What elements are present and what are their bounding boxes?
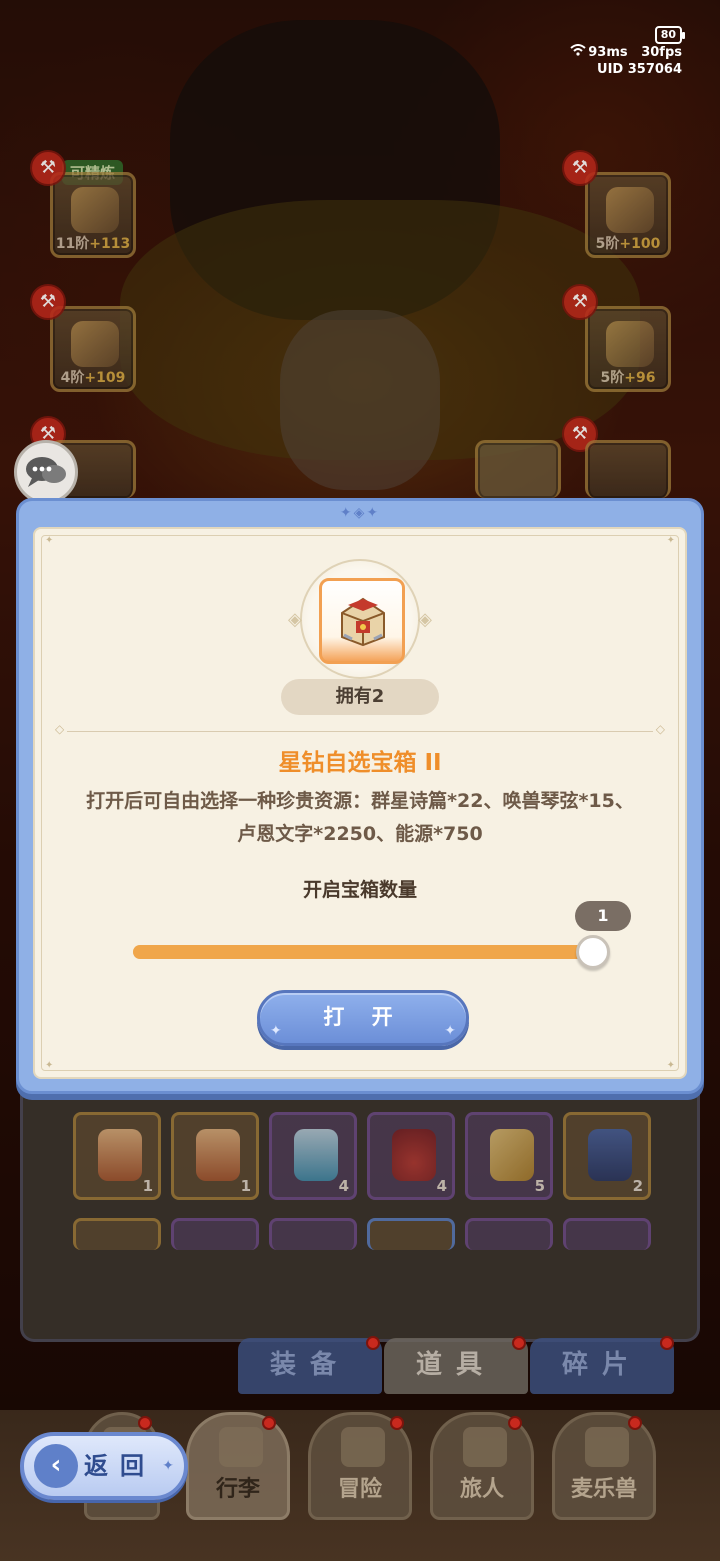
card-icon xyxy=(588,1129,632,1181)
crystal-icon xyxy=(196,1129,240,1181)
equipment-slot-gloves[interactable]: 5阶+96 xyxy=(585,306,671,392)
back-button-label: 返回 xyxy=(84,1452,156,1480)
inventory-item[interactable]: 5 xyxy=(465,1112,553,1200)
slider-thumb[interactable] xyxy=(576,935,610,969)
nav-pets[interactable]: 麦乐兽 xyxy=(552,1412,656,1520)
inventory-item[interactable]: 4 xyxy=(367,1112,455,1200)
inventory-panel: 1 1 4 4 5 2 xyxy=(20,1094,700,1342)
crossed-swords-icon xyxy=(341,1427,385,1467)
pet-icon xyxy=(585,1427,629,1467)
corner-ornament-icon: ✦ xyxy=(666,535,675,546)
divider xyxy=(55,722,665,736)
equipment-level: 5阶+100 xyxy=(595,236,661,252)
chat-icon xyxy=(26,457,66,487)
tab-equipment[interactable]: 装备 xyxy=(238,1338,382,1394)
notification-dot xyxy=(138,1416,152,1430)
backpack-icon xyxy=(219,1427,263,1467)
item-description: 打开后可自由选择一种珍贵资源：群星诗篇*22、唤兽琴弦*15、卢恩文字*2250… xyxy=(86,790,634,845)
corner-ornament-icon: ✦ xyxy=(45,535,54,546)
equipment-slot-weapon[interactable]: 11阶+113 xyxy=(50,172,136,258)
equipment-slot-armor[interactable]: 4阶+109 xyxy=(50,306,136,392)
diamond-deco-icon: ◈ xyxy=(288,609,302,630)
notification-dot xyxy=(390,1416,404,1430)
key-icon xyxy=(490,1129,534,1181)
inventory-item[interactable]: 4 xyxy=(269,1112,357,1200)
bow-icon xyxy=(71,187,119,233)
fps-text: 30fps xyxy=(641,45,682,60)
quantity-value-bubble: 1 xyxy=(575,901,631,931)
gauntlet-icon xyxy=(606,321,654,367)
hammer-icon: ⚒ xyxy=(562,284,598,320)
ornament-icon: ✦◈✦ xyxy=(339,505,381,521)
slider-fill xyxy=(133,945,593,959)
treasure-chest-icon xyxy=(341,597,385,647)
inventory-item[interactable] xyxy=(563,1218,651,1250)
sparkle-icon: ✦ xyxy=(162,1458,174,1474)
inventory-item[interactable] xyxy=(73,1218,161,1250)
inventory-item[interactable] xyxy=(171,1218,259,1250)
helmet-icon xyxy=(606,187,654,233)
open-button[interactable]: ✦ 打 开 ✦ xyxy=(257,990,469,1046)
equipment-slot-boots[interactable] xyxy=(585,440,671,498)
back-button[interactable]: ‹ 返回 ✦ xyxy=(20,1432,188,1500)
equipment-slot-helmet[interactable]: 5阶+100 xyxy=(585,172,671,258)
chat-button[interactable] xyxy=(14,440,78,504)
corner-ornament-icon: ✦ xyxy=(666,1060,675,1071)
notification-dot xyxy=(660,1336,674,1350)
quantity-label: 开启宝箱数量 xyxy=(302,879,417,901)
notification-dot xyxy=(508,1416,522,1430)
inventory-item[interactable]: 1 xyxy=(171,1112,259,1200)
hammer-icon: ⚒ xyxy=(30,284,66,320)
tab-fragments[interactable]: 碎片 xyxy=(530,1338,674,1394)
owned-count-badge: 拥有2 xyxy=(281,679,439,715)
tab-items[interactable]: 道具 xyxy=(384,1338,528,1394)
notification-dot xyxy=(262,1416,276,1430)
inventory-item[interactable] xyxy=(465,1218,553,1250)
sparkle-icon: ✦ xyxy=(270,1023,282,1039)
open-button-label: 打 开 xyxy=(323,1005,403,1029)
status-overlay: 80 93ms 30fps UID 357064 xyxy=(570,26,686,78)
key-slot[interactable] xyxy=(475,440,561,498)
red-potion-icon xyxy=(392,1129,436,1181)
back-arrow-icon: ‹ xyxy=(34,1444,78,1488)
battery-indicator: 80 xyxy=(654,26,686,44)
inventory-item[interactable]: 2 xyxy=(563,1112,651,1200)
item-icon xyxy=(319,578,405,664)
traveler-portrait-icon xyxy=(463,1427,507,1467)
inventory-item[interactable] xyxy=(269,1218,357,1250)
dialog-body: ✦ ✦ ✦ ✦ ◈ ◈ 拥有2 星钻自选宝箱 II xyxy=(33,527,687,1079)
item-icon-frame: ◈ ◈ xyxy=(288,559,432,679)
equipment-level: 11阶+113 xyxy=(55,236,131,252)
hammer-icon: ⚒ xyxy=(30,150,66,186)
ping-text: 93ms xyxy=(588,45,628,60)
notification-dot xyxy=(366,1336,380,1350)
sparkle-icon: ✦ xyxy=(444,1023,456,1039)
equipment-level: 4阶+109 xyxy=(60,370,126,386)
crystal-icon xyxy=(98,1129,142,1181)
inventory-item[interactable] xyxy=(367,1218,455,1250)
quantity-slider[interactable] xyxy=(133,935,610,969)
corner-ornament-icon: ✦ xyxy=(45,1060,54,1071)
equipment-level: 5阶+96 xyxy=(600,370,656,386)
blue-potion-icon xyxy=(294,1129,338,1181)
hammer-icon: ⚒ xyxy=(562,150,598,186)
notification-dot xyxy=(512,1336,526,1350)
inventory-item[interactable]: 1 xyxy=(73,1112,161,1200)
armor-icon xyxy=(71,321,119,367)
item-name: 星钻自选宝箱 II xyxy=(278,750,442,776)
diamond-deco-icon: ◈ xyxy=(418,609,432,630)
nav-luggage[interactable]: 行李 xyxy=(186,1412,290,1520)
wifi-icon xyxy=(570,44,586,61)
uid-text: UID 357064 xyxy=(597,62,682,77)
notification-dot xyxy=(628,1416,642,1430)
open-chest-dialog: ✦◈✦ ✦ ✦ ✦ ✦ ◈ ◈ 拥有2 星钻自 xyxy=(16,498,704,1094)
